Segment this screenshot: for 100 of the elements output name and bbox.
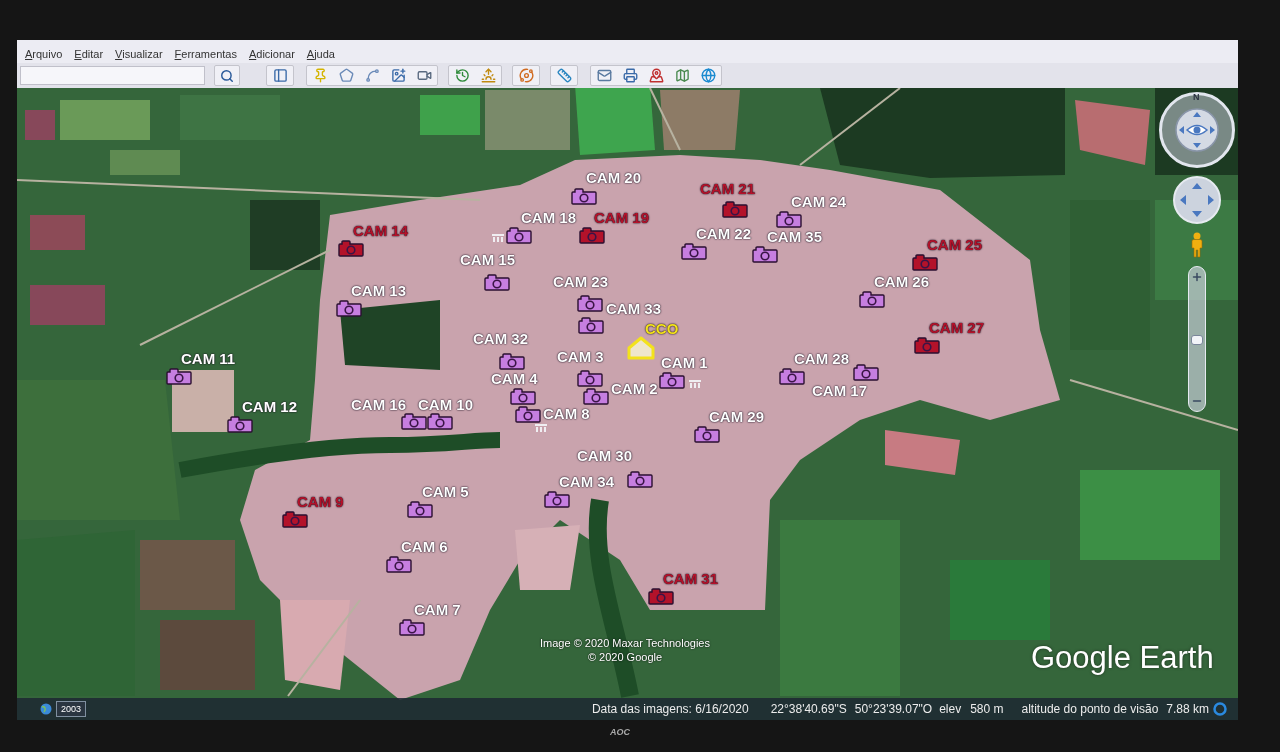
- camera-icon[interactable]: [578, 316, 604, 334]
- placemark-label: CAM 7: [414, 602, 461, 617]
- camera-icon[interactable]: [776, 210, 802, 228]
- camera-icon[interactable]: [227, 415, 253, 433]
- placemark-label: CAM 5: [422, 484, 469, 499]
- camera-icon[interactable]: [407, 500, 433, 518]
- zoom-in-icon[interactable]: [1191, 271, 1203, 283]
- camera-icon[interactable]: [282, 510, 308, 528]
- placemark-label: CAM 29: [709, 409, 764, 424]
- placemark-label: CAM 6: [401, 539, 448, 554]
- camera-icon[interactable]: [627, 470, 653, 488]
- attribution-text: © 2020 Google: [587, 650, 663, 664]
- placemark-label: CAM 16: [351, 397, 406, 412]
- zoom-slider-thumb[interactable]: [1191, 335, 1203, 345]
- globe-icon[interactable]: [700, 68, 716, 83]
- mail-icon[interactable]: [596, 68, 612, 83]
- placemark-label: CAM 10: [418, 397, 473, 412]
- camera-icon[interactable]: [399, 618, 425, 636]
- camera-icon[interactable]: [681, 242, 707, 260]
- monitor-brand-logo: AOC: [610, 728, 630, 737]
- elevation-label: elev: [939, 703, 962, 715]
- camera-icon[interactable]: [853, 363, 879, 381]
- history-clock-icon[interactable]: [454, 68, 470, 83]
- placemark-label: CAM 15: [460, 252, 515, 267]
- imagery-date-text: Data das imagens: 6/16/2020: [591, 703, 749, 715]
- placemark-label: CAM 21: [700, 181, 755, 196]
- camera-icon[interactable]: [515, 405, 541, 423]
- menu-item[interactable]: Editar: [74, 49, 104, 60]
- placemark-label: CAM 24: [791, 194, 846, 209]
- menu-item[interactable]: Ferramentas: [174, 49, 237, 60]
- camera-icon[interactable]: [914, 336, 940, 354]
- menu-item[interactable]: Arquivo: [25, 49, 63, 60]
- longitude-text: 50°23'39.07"O: [854, 703, 933, 715]
- globe-icon[interactable]: [40, 703, 52, 715]
- camera-icon[interactable]: [659, 371, 685, 389]
- crop-field: [420, 95, 480, 135]
- map-icon[interactable]: [674, 68, 690, 83]
- camera-icon[interactable]: [386, 555, 412, 573]
- camera-icon[interactable]: [752, 245, 778, 263]
- camera-icon[interactable]: [583, 387, 609, 405]
- search-button[interactable]: [214, 65, 240, 86]
- menu-item[interactable]: Visualizar: [115, 49, 163, 60]
- printer-icon[interactable]: [622, 68, 638, 83]
- zoom-slider[interactable]: [1188, 266, 1206, 412]
- planet-icon[interactable]: [518, 68, 534, 83]
- camera-icon[interactable]: [499, 352, 525, 370]
- camera-icon[interactable]: [859, 290, 885, 308]
- placemark-label: CAM 11: [181, 351, 236, 366]
- pegman-icon[interactable]: [1189, 232, 1205, 258]
- look-joystick-icon[interactable]: [1175, 108, 1219, 152]
- crop-field: [110, 150, 180, 175]
- housing-lot: [515, 525, 580, 590]
- camera-icon[interactable]: [648, 587, 674, 605]
- menu-item[interactable]: Ajuda: [306, 49, 335, 60]
- imagery-year-label[interactable]: 2003: [56, 701, 87, 717]
- move-joystick-icon[interactable]: [1173, 176, 1221, 224]
- placemark-label: CAM 4: [491, 371, 538, 386]
- camera-icon[interactable]: [401, 412, 427, 430]
- camera-icon[interactable]: [427, 412, 453, 430]
- camera-icon[interactable]: [577, 369, 603, 387]
- placemark-label: CAM 9: [297, 494, 344, 509]
- placemark-label: CAM 23: [553, 274, 608, 289]
- ruler-icon[interactable]: [556, 68, 572, 83]
- placemark-label: CAM 3: [557, 349, 604, 364]
- video-camera-icon[interactable]: [416, 68, 432, 83]
- camera-icon[interactable]: [544, 490, 570, 508]
- columns-icon: [535, 424, 547, 433]
- camera-icon[interactable]: [571, 187, 597, 205]
- camera-icon[interactable]: [779, 367, 805, 385]
- camera-icon[interactable]: [506, 226, 532, 244]
- camera-icon[interactable]: [577, 294, 603, 312]
- placemark-label: CAM 33: [606, 301, 661, 316]
- map-pin-icon[interactable]: [648, 68, 664, 83]
- camera-icon[interactable]: [166, 367, 192, 385]
- sidebar-panel-icon[interactable]: [272, 68, 288, 83]
- placemark-label: CAM 20: [586, 170, 641, 185]
- app-logo-text: Google Earth: [1031, 642, 1214, 673]
- placemark-label: CAM 26: [874, 274, 929, 289]
- path-icon[interactable]: [364, 68, 380, 83]
- camera-icon[interactable]: [336, 299, 362, 317]
- polygon-icon[interactable]: [338, 68, 354, 83]
- sunrise-icon[interactable]: [480, 68, 496, 83]
- camera-icon[interactable]: [722, 200, 748, 218]
- placemark-label: CAM 27: [929, 320, 984, 335]
- placemark-label: CAM 25: [927, 237, 982, 252]
- placemark-label: CAM 22: [696, 226, 751, 241]
- menu-item[interactable]: Adicionar: [248, 49, 295, 60]
- placemark-label: CAM 31: [663, 571, 718, 586]
- placemark-label: CAM 14: [353, 223, 408, 238]
- camera-icon[interactable]: [579, 226, 605, 244]
- placemark-label: CAM 32: [473, 331, 528, 346]
- camera-icon[interactable]: [510, 387, 536, 405]
- search-field[interactable]: [20, 66, 205, 85]
- camera-icon[interactable]: [912, 253, 938, 271]
- elevation-text: 580 m: [970, 703, 1004, 715]
- camera-icon[interactable]: [694, 425, 720, 443]
- image-overlay-icon[interactable]: [390, 68, 406, 83]
- camera-icon[interactable]: [484, 273, 510, 291]
- compass-ring[interactable]: N: [1159, 92, 1235, 168]
- camera-icon[interactable]: [338, 239, 364, 257]
